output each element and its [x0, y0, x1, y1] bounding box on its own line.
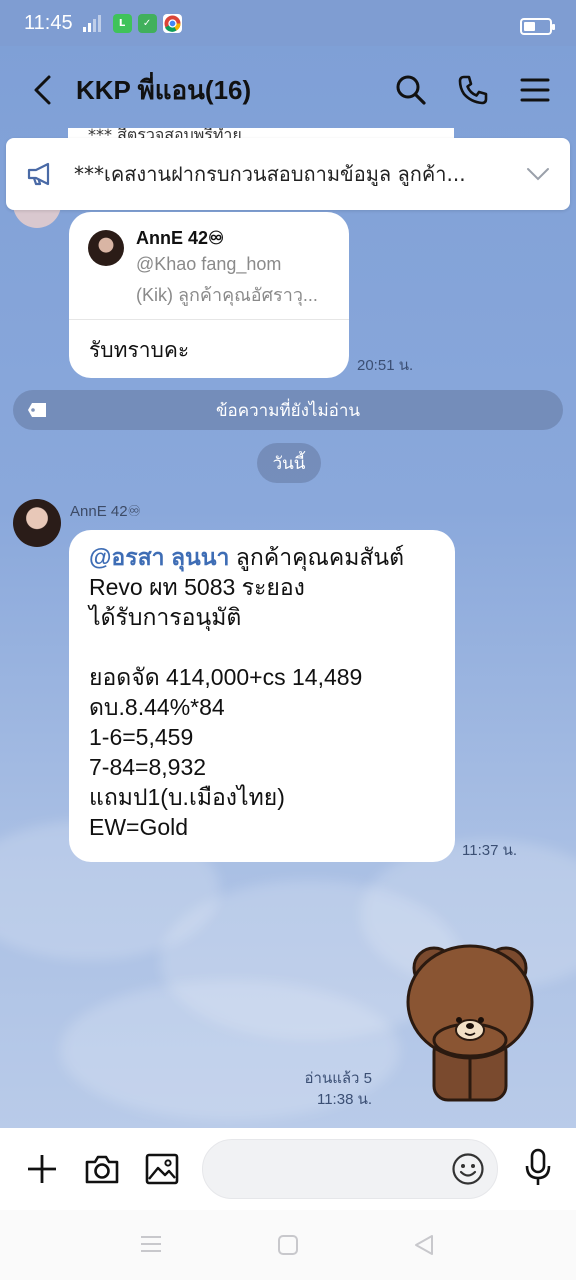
chat-header: KKP พี่แอน(16) — [0, 46, 576, 134]
reply-text: รับทราบคะ — [89, 339, 190, 362]
quoted-sender-name: AnnE 42♾ — [136, 228, 225, 248]
back-button[interactable] — [22, 70, 62, 110]
message-composer — [0, 1128, 576, 1210]
system-nav-bar — [0, 1210, 576, 1280]
tag-icon — [28, 403, 46, 417]
menu-nav-icon[interactable] — [140, 1234, 162, 1254]
message-bubble[interactable]: @อรสา ลุนนา ลูกค้าคุณคมสันต์ Revo ผท 508… — [69, 530, 455, 862]
unread-divider: ข้อความที่ยังไม่อ่าน — [13, 390, 563, 430]
unread-label: ข้อความที่ยังไม่อ่าน — [215, 400, 361, 421]
line-app-icon: L — [112, 13, 132, 33]
hamburger-menu-icon — [520, 78, 550, 102]
search-icon — [396, 75, 426, 105]
sticker-time: 11:38 น. — [316, 1091, 372, 1108]
message-line-6: 1-6=5,459 — [89, 724, 194, 750]
message-time: 11:37 น. — [462, 842, 518, 859]
message-line-9: EW=Gold — [89, 814, 189, 840]
quoted-line-1: @Khao fang_hom — [136, 254, 282, 274]
microphone-icon[interactable] — [524, 1148, 552, 1188]
call-button[interactable] — [454, 71, 492, 109]
message-line-3: ได้รับการอนุมัติ — [89, 604, 242, 630]
quoted-avatar — [88, 230, 124, 266]
read-receipt: อ่านแล้ว 5 11:38 น. — [305, 1068, 372, 1110]
quoted-message[interactable]: AnnE 42♾ @Khao fang_hom (Kik) ลูกค้าคุณอ… — [69, 212, 349, 320]
home-nav-icon[interactable] — [277, 1234, 299, 1256]
date-divider: วันนี้ — [257, 443, 321, 483]
sender-avatar[interactable] — [13, 499, 61, 547]
shield-app-icon: ✓ — [137, 13, 157, 33]
image-icon — [145, 1153, 179, 1185]
message-time: 20:51 น. — [357, 357, 414, 374]
sender-name: AnnE 42♾ — [70, 503, 141, 520]
camera-icon — [85, 1155, 119, 1184]
quoted-line-2: (Kik) ลูกค้าคุณอัศราวุ... — [136, 285, 318, 305]
message-line-1: @อรสา ลุนนา ลูกค้าคุณคมสันต์ — [89, 542, 435, 572]
add-button[interactable] — [22, 1149, 62, 1189]
message-input[interactable] — [202, 1139, 498, 1199]
message-line-8: แถมป1(บ.เมืองไทย) — [89, 784, 285, 810]
emoji-icon[interactable] — [451, 1152, 485, 1186]
battery-icon — [520, 18, 555, 35]
mention-link[interactable]: @อรสา ลุนนา — [89, 544, 229, 570]
bear-sticker[interactable] — [404, 938, 536, 1104]
message-line-4: ยอดจัด 414,000+cs 14,489 — [89, 664, 363, 690]
signal-icon — [82, 14, 101, 32]
plus-icon — [28, 1155, 56, 1183]
read-count: อ่านแล้ว 5 — [304, 1070, 372, 1087]
chat-title[interactable]: KKP พี่แอน(16) — [76, 70, 251, 111]
megaphone-icon — [27, 162, 50, 186]
announcement-banner[interactable]: ***เคสงานฝากรบกวนสอบถามข้อมูล ลูกค้า... — [6, 138, 570, 210]
status-bar: 11:45 L ✓ — [0, 0, 576, 46]
message-line-2: Revo ผท 5083 ระยอง — [89, 574, 305, 600]
chevron-down-icon[interactable] — [526, 167, 550, 181]
chrome-icon — [162, 13, 182, 33]
status-time: 11:45 — [24, 11, 73, 34]
gallery-button[interactable] — [142, 1149, 182, 1189]
back-nav-icon[interactable] — [413, 1234, 435, 1256]
chevron-left-icon — [34, 75, 51, 105]
message-line-7: 7-84=8,932 — [89, 754, 207, 780]
camera-button[interactable] — [82, 1149, 122, 1189]
phone-icon — [458, 75, 488, 105]
search-button[interactable] — [392, 71, 430, 109]
menu-button[interactable] — [516, 71, 554, 109]
reply-message-bubble[interactable]: AnnE 42♾ @Khao fang_hom (Kik) ลูกค้าคุณอ… — [69, 212, 349, 378]
message-line-1-text: ลูกค้าคุณคมสันต์ — [229, 544, 405, 570]
message-line-5: ดบ.8.44%*84 — [89, 694, 225, 720]
announcement-text: ***เคสงานฝากรบกวนสอบถามข้อมูล ลูกค้า... — [74, 162, 466, 186]
